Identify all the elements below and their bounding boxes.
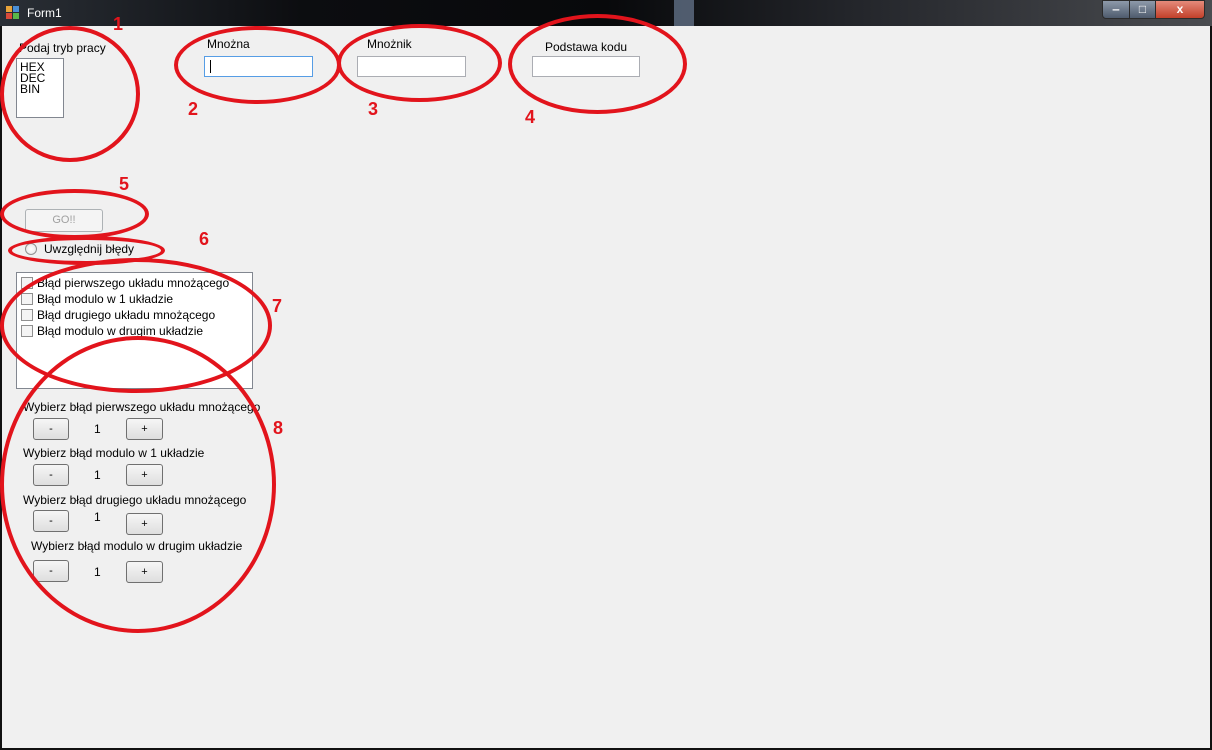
annotation-number-1: 1: [113, 14, 124, 34]
go-button[interactable]: GO!!: [25, 209, 103, 232]
selector-1-minus-button[interactable]: -: [33, 418, 69, 440]
selector-3-plus-button[interactable]: +: [126, 513, 163, 535]
selector-2-label: Wybierz błąd modulo w 1 układzie: [23, 446, 205, 460]
mnozna-label: Mnożna: [207, 37, 250, 51]
podstawa-label: Podstawa kodu: [545, 40, 628, 54]
annotation-number-6: 6: [199, 229, 210, 249]
annotation-number-3: 3: [368, 99, 379, 119]
selector-1-value: 1: [94, 422, 101, 436]
selector-4-label: Wybierz błąd modulo w drugim układzie: [31, 539, 243, 553]
window-title: Form1: [27, 6, 62, 20]
error-check-1-box[interactable]: [21, 277, 33, 289]
text-caret: [210, 60, 211, 73]
selector-3-value: 1: [94, 510, 101, 524]
selector-4-plus-button[interactable]: +: [126, 561, 163, 583]
mode-listbox[interactable]: HEX DEC BIN: [16, 58, 64, 118]
selector-4-value: 1: [94, 565, 101, 579]
selector-3-label: Wybierz błąd drugiego układu mnożącego: [23, 493, 247, 507]
annotation-number-5: 5: [119, 174, 130, 194]
selector-1-label: Wybierz błąd pierwszego układu mnożącego: [23, 400, 261, 414]
error-check-4-label[interactable]: Błąd modulo w drugim układzie: [37, 324, 203, 338]
include-errors-label[interactable]: Uwzględnij błędy: [44, 242, 134, 256]
error-check-4-box[interactable]: [21, 325, 33, 337]
include-errors-radio[interactable]: [25, 243, 37, 255]
error-checklist[interactable]: Błąd pierwszego układu mnożącego Błąd mo…: [16, 272, 253, 389]
title-bar[interactable]: Form1 ‒ □ x: [0, 0, 1212, 26]
minimize-button[interactable]: ‒: [1102, 0, 1130, 19]
error-check-2-box[interactable]: [21, 293, 33, 305]
close-button[interactable]: x: [1155, 0, 1205, 19]
mnoznik-input[interactable]: [357, 56, 466, 77]
selector-2-plus-button[interactable]: +: [126, 464, 163, 486]
window-border-left: [0, 26, 2, 750]
mnoznik-label: Mnożnik: [367, 37, 412, 51]
annotation-number-4: 4: [525, 107, 536, 127]
annotation-number-2: 2: [188, 99, 199, 119]
mode-label: Podaj tryb pracy: [19, 41, 106, 55]
annotation-number-7: 7: [272, 296, 283, 316]
selector-3-minus-button[interactable]: -: [33, 510, 69, 532]
selector-2-value: 1: [94, 468, 101, 482]
mode-option-bin[interactable]: BIN: [17, 83, 63, 95]
selector-1-plus-button[interactable]: +: [126, 418, 163, 440]
title-bar-glint: [674, 0, 694, 26]
error-check-3-label[interactable]: Błąd drugiego układu mnożącego: [37, 308, 215, 322]
maximize-button[interactable]: □: [1129, 0, 1156, 19]
annotation-number-8: 8: [273, 418, 284, 438]
app-icon: [6, 6, 20, 20]
error-check-3-box[interactable]: [21, 309, 33, 321]
error-check-1-label[interactable]: Błąd pierwszego układu mnożącego: [37, 276, 229, 290]
error-check-2-label[interactable]: Błąd modulo w 1 układzie: [37, 292, 173, 306]
mnozna-input[interactable]: [204, 56, 313, 77]
selector-4-minus-button[interactable]: -: [33, 560, 69, 582]
podstawa-input[interactable]: [532, 56, 640, 77]
selector-2-minus-button[interactable]: -: [33, 464, 69, 486]
